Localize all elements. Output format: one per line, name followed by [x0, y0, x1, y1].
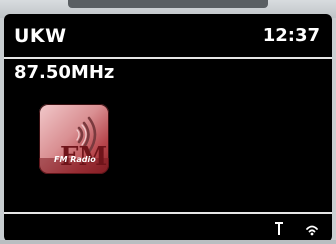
antenna-signal-icon — [275, 222, 283, 235]
fm-radio-tile[interactable]: FM FM Radio — [39, 104, 109, 174]
clock-time: 12:37 — [262, 25, 320, 46]
radio-display: UKW 12:37 87.50MHz FM FM Radio — [4, 14, 332, 242]
band-label: UKW — [14, 25, 67, 47]
device-bezel-bottom — [0, 240, 336, 244]
header-divider — [4, 57, 332, 59]
footer-divider — [4, 212, 332, 214]
wifi-icon — [306, 225, 318, 236]
fm-radio-caption: FM Radio — [54, 155, 96, 164]
bezel-slot — [68, 0, 268, 8]
frequency-readout: 87.50MHz — [14, 62, 115, 83]
